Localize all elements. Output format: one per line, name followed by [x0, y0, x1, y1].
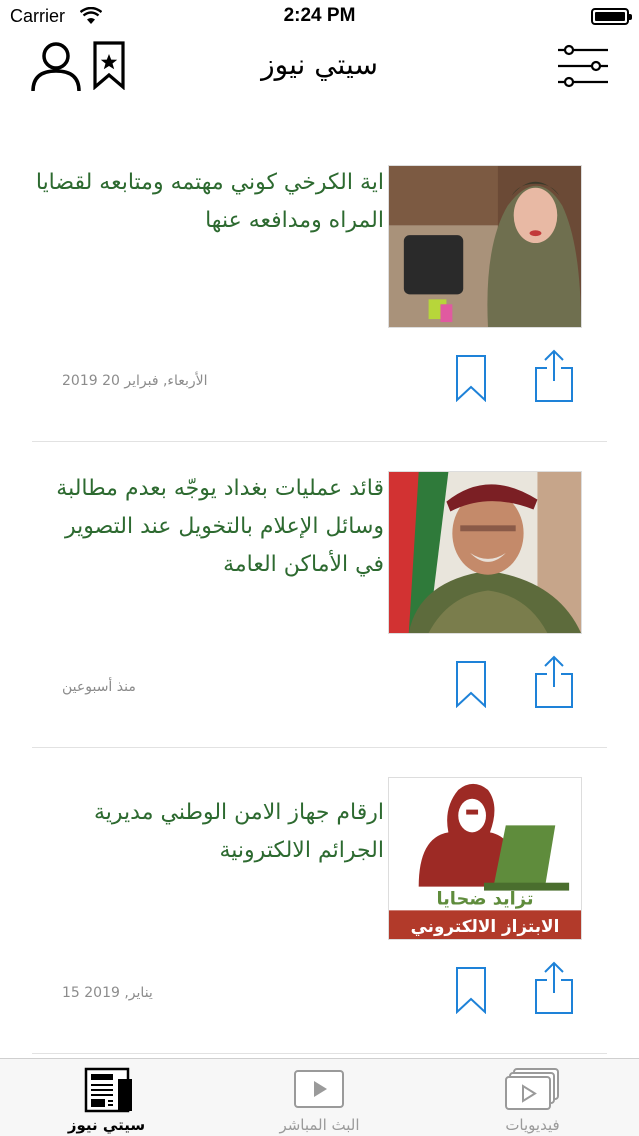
share-icon[interactable]	[532, 960, 576, 1016]
image-caption-line2: الابتزاز الالكتروني	[411, 916, 560, 937]
news-headline[interactable]: اية الكرخي كوني مهتمه ومتابعه لقضايا الم…	[32, 164, 384, 240]
news-date: 15 يناير, 2019	[62, 985, 153, 1001]
tab-live-label: البث المباشر	[279, 1116, 360, 1134]
news-headline[interactable]: قائد عمليات بغداد يوجّه بعدم مطالبة وسائ…	[32, 470, 384, 584]
news-thumbnail[interactable]: تزايد ضحايا الابتزاز الالكتروني	[388, 777, 582, 940]
news-headline[interactable]: ارقام جهاز الامن الوطني مديرية الجرائم ا…	[32, 794, 384, 870]
page-title: سيتي نيوز	[261, 48, 378, 81]
play-icon	[294, 1070, 344, 1108]
news-item[interactable]: اية الكرخي كوني مهتمه ومتابعه لقضايا الم…	[32, 136, 607, 442]
status-bar: Carrier 2:24 PM	[0, 0, 639, 34]
news-thumbnail[interactable]	[388, 165, 582, 328]
newspaper-icon	[84, 1067, 132, 1113]
app-header: سيتي نيوز	[0, 34, 639, 104]
bookmark-icon[interactable]	[454, 966, 488, 1014]
news-date: منذ أسبوعين	[62, 679, 136, 695]
bookmark-icon[interactable]	[454, 660, 488, 708]
news-item[interactable]: قائد عمليات بغداد يوجّه بعدم مطالبة وسائ…	[32, 442, 607, 748]
share-icon[interactable]	[532, 654, 576, 710]
news-date: الأربعاء, فبراير 20 2019	[62, 373, 208, 389]
news-thumbnail[interactable]	[388, 471, 582, 634]
news-item[interactable]: تزايد ضحايا الابتزاز الالكتروني ارقام جه…	[32, 748, 607, 1054]
status-time: 2:24 PM	[283, 5, 356, 26]
tab-videos-label: فيديويات	[505, 1116, 560, 1134]
filter-sliders-icon[interactable]	[556, 42, 610, 88]
tab-bar: فيديويات البث المباشر سيتي نيوز	[0, 1058, 639, 1136]
tab-city-news[interactable]: سيتي نيوز	[0, 1059, 213, 1136]
tab-live[interactable]: البث المباشر	[213, 1059, 426, 1136]
tab-city-news-label: سيتي نيوز	[67, 1116, 146, 1134]
share-icon[interactable]	[532, 348, 576, 404]
battery-icon	[591, 8, 632, 25]
video-library-icon	[505, 1068, 559, 1110]
image-caption-line1: تزايد ضحايا	[436, 888, 533, 909]
tab-videos[interactable]: فيديويات	[426, 1059, 639, 1136]
bookmark-icon[interactable]	[454, 354, 488, 402]
